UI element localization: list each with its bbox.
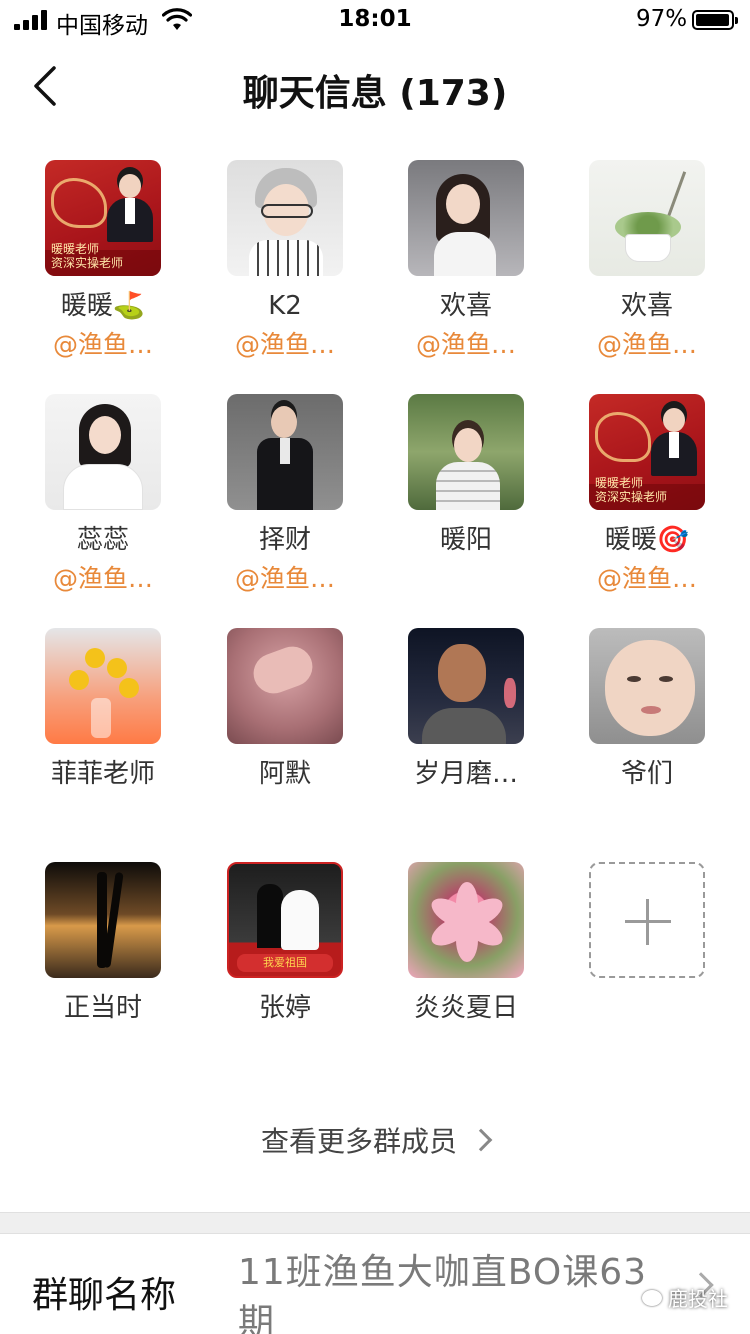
member-item[interactable]: K2 @渔鱼… — [194, 160, 376, 362]
plus-icon[interactable] — [589, 862, 705, 978]
group-name-value: 11班渔鱼大咖直BO课63期 — [238, 1252, 648, 1334]
avatar — [408, 160, 524, 276]
member-group-nickname — [12, 796, 194, 830]
member-group-nickname: @渔鱼… — [52, 564, 153, 593]
member-group-nickname — [12, 1030, 194, 1064]
avatar — [227, 160, 343, 276]
member-name: 暖阳 — [439, 525, 492, 555]
member-item[interactable]: 岁月磨… — [375, 628, 557, 830]
member-name: 正当时 — [63, 993, 142, 1023]
member-name: 暖暖🎯 — [604, 525, 690, 555]
status-bar: 中国移动 18:01 97% — [0, 0, 750, 42]
member-group-nickname: @渔鱼… — [52, 330, 153, 359]
wechat-icon — [642, 1289, 662, 1306]
group-name-label: 群聊名称 — [32, 1275, 177, 1316]
member-item[interactable]: 菲菲老师 — [12, 628, 194, 830]
member-item[interactable]: 炎炎夏日 — [375, 862, 557, 1064]
avatar — [45, 394, 161, 510]
member-group-nickname: @渔鱼… — [415, 330, 516, 359]
member-group-nickname: @渔鱼… — [234, 330, 335, 359]
member-name: 蕊蕊 — [76, 525, 129, 555]
view-more-members-link[interactable]: 查看更多群成员 — [0, 1120, 750, 1160]
member-group-nickname: @渔鱼… — [596, 564, 697, 593]
avatar: 暖暖老师 资深实操老师 — [589, 394, 705, 510]
avatar-banner: 我爱祖国 — [237, 954, 333, 972]
member-name: 张婷 — [258, 993, 311, 1023]
page-title: 聊天信息 (173) — [242, 73, 508, 114]
member-item[interactable]: 暖暖老师 资深实操老师 暖暖🎯 @渔鱼… — [556, 394, 738, 596]
member-name: 暖暖⛳ — [60, 291, 146, 321]
member-name: 爷们 — [620, 759, 673, 789]
poster-caption: 暖暖老师 资深实操老师 — [595, 476, 668, 504]
avatar — [408, 862, 524, 978]
nav-bar: 聊天信息 (173) — [0, 42, 750, 130]
member-item[interactable]: 阿默 — [194, 628, 376, 830]
avatar — [408, 628, 524, 744]
poster-caption: 暖暖老师 资深实操老师 — [51, 242, 124, 270]
group-name-row[interactable]: 群聊名称 11班渔鱼大咖直BO课63期 — [0, 1234, 750, 1334]
member-item[interactable]: 爷们 — [556, 628, 738, 830]
add-member-button[interactable] — [556, 862, 738, 978]
avatar — [589, 628, 705, 744]
member-group-nickname — [375, 796, 557, 830]
avatar — [227, 394, 343, 510]
view-more-members-label: 查看更多群成员 — [260, 1125, 457, 1158]
member-name: 阿默 — [258, 759, 311, 789]
watermark: 鹿投社 — [642, 1283, 728, 1312]
member-group-nickname: @渔鱼… — [234, 564, 335, 593]
chevron-right-icon — [469, 1128, 493, 1152]
avatar: 暖暖老师 资深实操老师 — [45, 160, 161, 276]
member-item[interactable]: 正当时 — [12, 862, 194, 1064]
member-item[interactable]: 我爱祖国 张婷 — [194, 862, 376, 1064]
member-item[interactable]: 欢喜 @渔鱼… — [375, 160, 557, 362]
avatar — [589, 160, 705, 276]
avatar — [45, 628, 161, 744]
watermark-text: 鹿投社 — [668, 1287, 728, 1311]
member-group-nickname — [194, 796, 376, 830]
member-name: 岁月磨… — [413, 759, 518, 789]
member-item[interactable]: 蕊蕊 @渔鱼… — [12, 394, 194, 596]
avatar — [408, 394, 524, 510]
battery-icon — [692, 10, 738, 30]
avatar: 我爱祖国 — [227, 862, 343, 978]
section-divider — [0, 1212, 750, 1234]
member-item[interactable]: 暖阳 — [375, 394, 557, 596]
member-name: K2 — [268, 291, 302, 321]
member-item[interactable]: 暖暖老师 资深实操老师 暖暖⛳ @渔鱼… — [12, 160, 194, 362]
member-name: 炎炎夏日 — [413, 993, 518, 1023]
member-item[interactable]: 欢喜 @渔鱼… — [556, 160, 738, 362]
member-group-nickname — [375, 1030, 557, 1064]
member-group-nickname — [194, 1030, 376, 1064]
member-name: 欢喜 — [439, 291, 492, 321]
avatar — [227, 628, 343, 744]
member-group-nickname: @渔鱼… — [596, 330, 697, 359]
battery-percent: 97% — [636, 6, 688, 32]
member-group-nickname — [556, 796, 738, 830]
member-name: 菲菲老师 — [50, 759, 155, 789]
member-name: 择财 — [258, 525, 311, 555]
member-item[interactable]: 择财 @渔鱼… — [194, 394, 376, 596]
avatar — [45, 862, 161, 978]
member-name: 欢喜 — [620, 291, 673, 321]
member-group-nickname — [375, 562, 557, 596]
